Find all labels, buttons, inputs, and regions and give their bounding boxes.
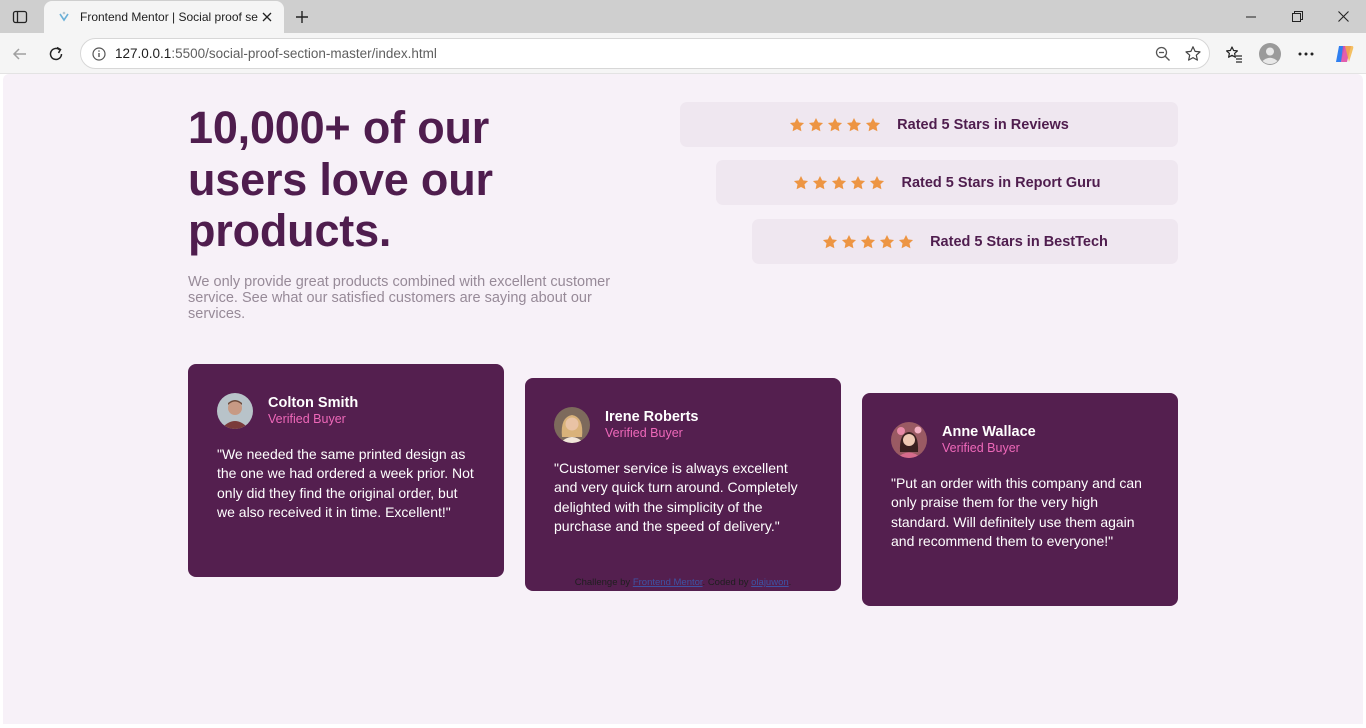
avatar	[217, 393, 253, 429]
star-icon	[828, 117, 843, 131]
testimonial-card-irene: Irene Roberts Verified Buyer "Customer s…	[525, 378, 841, 591]
attribution-suffix: .	[788, 577, 792, 588]
site-info-icon[interactable]	[91, 46, 107, 62]
restore-icon[interactable]	[1274, 0, 1320, 33]
avatar	[891, 422, 927, 458]
star-icon	[809, 117, 824, 131]
attribution-prefix: Challenge by	[574, 577, 633, 588]
new-tab-icon[interactable]	[290, 5, 314, 29]
reviewer-role: Verified Buyer	[605, 426, 683, 440]
url-path: :5500/social-proof-section-master/index.…	[171, 46, 437, 61]
reviewer-header: Irene Roberts Verified Buyer	[554, 407, 812, 443]
star-icon	[880, 234, 895, 248]
rating-badge-besttech: Rated 5 Stars in BestTech	[752, 219, 1178, 264]
star-rating	[789, 117, 881, 133]
frontend-mentor-link[interactable]: Frontend Mentor	[633, 577, 703, 588]
tab-title: Frontend Mentor | Social proof se	[80, 10, 258, 24]
avatar	[554, 407, 590, 443]
favorites-icon[interactable]	[1220, 40, 1248, 68]
browser-tab-bar: Frontend Mentor | Social proof se	[0, 0, 1366, 33]
reload-icon[interactable]	[42, 40, 70, 68]
reviewer-header: Anne Wallace Verified Buyer	[891, 422, 1149, 458]
page-heading: 10,000+ of our users love our products.	[188, 102, 493, 256]
star-rating	[793, 175, 885, 191]
star-icon	[823, 234, 838, 248]
star-icon	[847, 117, 862, 131]
star-icon	[794, 175, 809, 189]
attribution-middle: . Coded by	[702, 577, 752, 588]
reviewer-name: Anne Wallace	[942, 424, 1036, 440]
rating-label: Rated 5 Stars in Reviews	[897, 116, 1069, 133]
browser-toolbar: 127.0.0.1:5500/social-proof-section-mast…	[0, 33, 1366, 74]
reviewer-role: Verified Buyer	[268, 412, 346, 426]
frontend-mentor-favicon-icon	[56, 9, 72, 25]
star-icon	[790, 117, 805, 131]
star-icon	[832, 175, 847, 189]
favorite-star-icon[interactable]	[1179, 40, 1207, 68]
reviewer-name: Irene Roberts	[605, 409, 699, 425]
star-icon	[813, 175, 828, 189]
rating-badge-report-guru: Rated 5 Stars in Report Guru	[716, 160, 1178, 205]
close-window-icon[interactable]	[1320, 0, 1366, 33]
close-tab-icon[interactable]	[258, 8, 276, 26]
copilot-icon[interactable]	[1330, 40, 1358, 68]
profile-avatar-icon[interactable]	[1256, 40, 1284, 68]
back-icon[interactable]	[6, 40, 34, 68]
tab-actions-icon[interactable]	[8, 5, 32, 29]
zoom-icon[interactable]	[1149, 40, 1177, 68]
star-rating	[822, 234, 914, 250]
star-icon	[842, 234, 857, 248]
url-text[interactable]: 127.0.0.1:5500/social-proof-section-mast…	[115, 46, 1149, 61]
testimonial-quote: "Put an order with this company and can …	[891, 475, 1142, 549]
author-link[interactable]: olajuwon	[751, 577, 789, 588]
page-viewport: 10,000+ of our users love our products. …	[3, 74, 1363, 724]
reviewer-role: Verified Buyer	[942, 441, 1020, 455]
address-bar[interactable]: 127.0.0.1:5500/social-proof-section-mast…	[80, 38, 1210, 69]
star-icon	[870, 175, 885, 189]
reviewer-name: Colton Smith	[268, 395, 359, 411]
star-icon	[851, 175, 866, 189]
minimize-icon[interactable]	[1228, 0, 1274, 33]
more-options-icon[interactable]	[1292, 40, 1320, 68]
rating-badge-reviews: Rated 5 Stars in Reviews	[680, 102, 1178, 147]
star-icon	[861, 234, 876, 248]
star-icon	[866, 117, 881, 131]
rating-label: Rated 5 Stars in Report Guru	[901, 174, 1101, 191]
testimonial-quote: "We needed the same printed design as th…	[217, 446, 474, 520]
reviewer-header: Colton Smith Verified Buyer	[217, 393, 475, 429]
testimonial-card-colton: Colton Smith Verified Buyer "We needed t…	[188, 364, 504, 577]
testimonial-card-anne: Anne Wallace Verified Buyer "Put an orde…	[862, 393, 1178, 606]
attribution: Challenge by Frontend Mentor. Coded by o…	[3, 577, 1363, 588]
url-host: 127.0.0.1	[115, 46, 172, 61]
rating-label: Rated 5 Stars in BestTech	[930, 233, 1108, 250]
browser-tab[interactable]: Frontend Mentor | Social proof se	[44, 1, 284, 33]
testimonial-quote: "Customer service is always excellent an…	[554, 460, 798, 534]
star-icon	[899, 234, 914, 248]
page-subtext: We only provide great products combined …	[188, 274, 611, 322]
